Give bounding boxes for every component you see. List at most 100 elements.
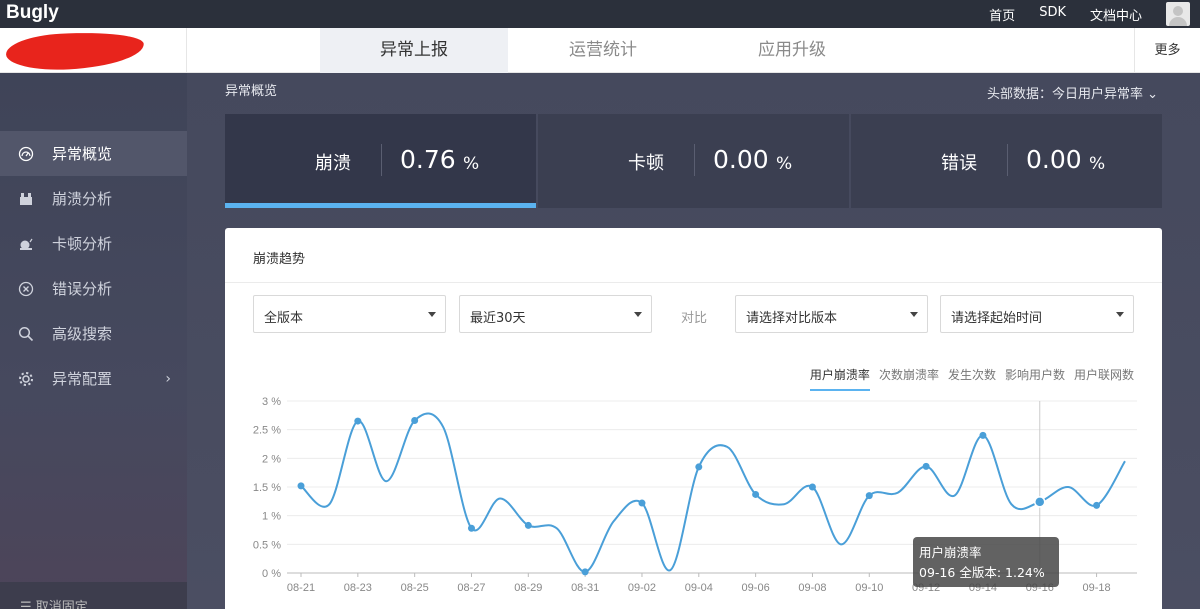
dashboard-icon (18, 146, 34, 162)
chevron-down-icon: ⌄ (1147, 87, 1158, 102)
tab-exception-report[interactable]: 异常上报 (320, 28, 508, 73)
data-point (411, 416, 419, 424)
sidebar-item-label: 高级搜索 (52, 325, 113, 343)
sidebar-item-label: 错误分析 (52, 280, 113, 298)
head-data-label: 头部数据：今日用户异常率 (986, 87, 1143, 102)
y-tick-label: 0.5 % (253, 539, 281, 551)
sidebar-item-advanced-search[interactable]: 高级搜索 (0, 311, 187, 356)
sidebar-item-label: 崩溃分析 (52, 190, 113, 208)
section-title: 异常概览 (225, 84, 278, 99)
card-title: 崩溃趋势 (253, 252, 306, 267)
version-select-value: 全版本 (264, 311, 304, 326)
stat-unit: % (776, 154, 793, 174)
data-point (695, 463, 703, 471)
sidebar-item-error[interactable]: 错误分析 (0, 266, 187, 311)
data-point (752, 490, 760, 498)
highlight-point (1034, 496, 1046, 508)
stat-label: 卡顿 (628, 153, 664, 174)
sidebar-item-label: 异常配置 (52, 370, 113, 388)
x-tick-label: 09-06 (742, 582, 770, 594)
stat-lag[interactable]: 卡顿 0.00 % (538, 114, 849, 208)
sidebar-item-crash[interactable]: 崩溃分析 (0, 176, 187, 221)
main-content: 异常概览 头部数据：今日用户异常率 ⌄ 崩溃 0.76 % 卡顿 0.00 % … (187, 73, 1200, 609)
sidebar-item-overview[interactable]: 异常概览 (0, 131, 187, 176)
stat-label: 崩溃 (315, 153, 351, 174)
range-select-value: 最近30天 (470, 311, 526, 326)
data-point (297, 482, 305, 490)
tooltip-series: 全版本: (959, 565, 1002, 580)
data-point (1093, 501, 1101, 509)
sidebar: 异常概览 崩溃分析 卡顿分析 错误分析 高级搜索 异常配置 › ☰ 取消固定 (0, 73, 187, 609)
compare-version-value: 请选择对比版本 (746, 311, 838, 326)
top-link-docs[interactable]: 文档中心 (1090, 5, 1142, 24)
top-link-sdk[interactable]: SDK (1039, 5, 1066, 24)
stat-value: 0.00 (1026, 145, 1082, 174)
x-tick-label: 09-02 (628, 582, 656, 594)
stat-error[interactable]: 错误 0.00 % (851, 114, 1162, 208)
tooltip-title: 用户崩溃率 (919, 545, 982, 560)
stat-divider (1007, 144, 1008, 176)
compare-version-select[interactable]: 请选择对比版本 (735, 295, 928, 333)
head-data-dropdown[interactable]: 头部数据：今日用户异常率 ⌄ (987, 83, 1158, 102)
data-point (467, 524, 475, 532)
chevron-right-icon: › (165, 370, 171, 387)
caret-down-icon (634, 312, 642, 317)
unpin-icon: ☰ (20, 600, 36, 609)
data-point (922, 462, 930, 470)
x-tick-label: 09-08 (798, 582, 826, 594)
data-point (808, 483, 816, 491)
top-link-home[interactable]: 首页 (989, 5, 1015, 24)
tooltip-value: 1.24% (1005, 565, 1045, 580)
tab-app-upgrade[interactable]: 应用升级 (698, 28, 886, 73)
stat-label: 错误 (941, 153, 977, 174)
data-point (865, 492, 873, 500)
y-tick-label: 1 % (262, 511, 281, 523)
sidebar-unpin[interactable]: ☰ 取消固定 (0, 582, 187, 609)
stat-crash[interactable]: 崩溃 0.76 % (225, 114, 536, 208)
avatar-body-shape (1169, 17, 1187, 26)
x-tick-label: 09-04 (685, 582, 713, 594)
more-button[interactable]: 更多 (1134, 28, 1200, 73)
top-links: 首页 SDK 文档中心 (965, 5, 1142, 24)
error-x-icon (18, 281, 34, 297)
stat-value: 0.76 (400, 145, 456, 174)
stat-value: 0.00 (713, 145, 769, 174)
data-point (638, 499, 646, 507)
bugly-logo[interactable]: Bugly (6, 2, 59, 24)
y-tick-label: 2.5 % (253, 425, 281, 437)
nav-bar: 异常上报 运营统计 应用升级 更多 (0, 28, 1200, 73)
divider (225, 282, 1162, 283)
stat-unit: % (463, 154, 480, 174)
start-time-select[interactable]: 请选择起始时间 (940, 295, 1134, 333)
search-icon (18, 326, 34, 342)
x-tick-label: 08-27 (457, 582, 485, 594)
caret-down-icon (428, 312, 436, 317)
sidebar-item-lag[interactable]: 卡顿分析 (0, 221, 187, 266)
y-tick-label: 1.5 % (253, 482, 281, 494)
data-point (581, 568, 589, 576)
y-tick-label: 3 % (262, 396, 281, 408)
stat-unit: % (1089, 154, 1106, 174)
caret-down-icon (910, 312, 918, 317)
crash-icon (18, 191, 34, 207)
sidebar-item-label: 异常概览 (52, 145, 113, 163)
x-tick-label: 08-31 (571, 582, 599, 594)
caret-down-icon (1116, 312, 1124, 317)
data-point (524, 521, 532, 529)
snail-icon (18, 236, 34, 252)
tab-operation-stats[interactable]: 运营统计 (509, 28, 697, 73)
sidebar-item-config[interactable]: 异常配置 › (0, 356, 187, 401)
sidebar-item-label: 卡顿分析 (52, 235, 113, 253)
gear-icon (18, 371, 34, 387)
stats-row: 崩溃 0.76 % 卡顿 0.00 % 错误 0.00 % (225, 114, 1162, 208)
x-tick-label: 09-10 (855, 582, 883, 594)
sidebar-unpin-label: 取消固定 (35, 600, 88, 609)
active-indicator (225, 203, 536, 208)
stat-divider (381, 144, 382, 176)
x-tick-label: 08-25 (401, 582, 429, 594)
range-select[interactable]: 最近30天 (459, 295, 652, 333)
version-select[interactable]: 全版本 (253, 295, 446, 333)
app-selector[interactable] (0, 28, 187, 73)
avatar[interactable] (1166, 2, 1190, 26)
crash-trend-card: 崩溃趋势 全版本 最近30天 对比 请选择对比版本 请选择起始时间 用户崩溃率 … (225, 228, 1162, 609)
